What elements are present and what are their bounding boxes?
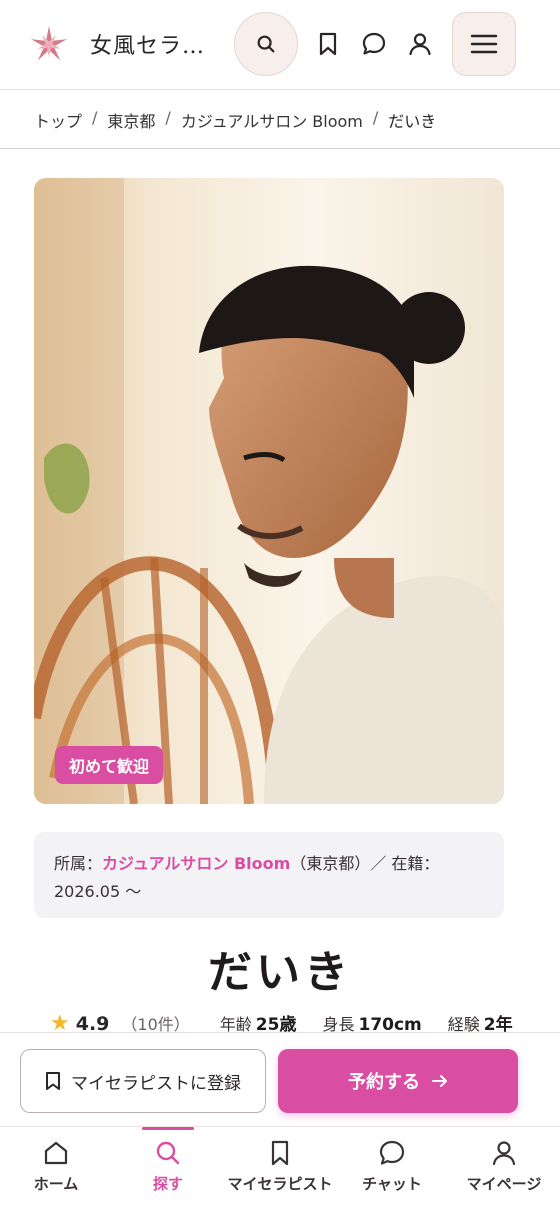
search-icon	[257, 35, 275, 53]
user-icon	[409, 33, 431, 56]
nav-label: マイセラピスト	[227, 1175, 333, 1193]
register-button-label: マイセラピストに登録	[71, 1073, 241, 1094]
nav-label: チャット	[362, 1175, 422, 1193]
action-bar: マイセラピストに登録 予約する	[0, 1032, 560, 1126]
header-search-button[interactable]	[234, 12, 298, 76]
home-icon	[44, 1141, 68, 1165]
first-time-welcome-badge: 初めて歓迎	[55, 746, 164, 784]
affiliation-suffix: （東京都）／ 在籍：	[290, 854, 440, 873]
nav-search[interactable]: 探す	[112, 1127, 224, 1212]
breadcrumb-item-tokyo[interactable]: 東京都	[107, 108, 155, 132]
search-icon	[156, 1141, 180, 1165]
nav-my-page[interactable]: マイページ	[448, 1127, 560, 1212]
therapist-name: だいき	[208, 947, 352, 998]
bookmark-icon	[271, 1140, 289, 1166]
breadcrumb-separator: /	[165, 108, 171, 127]
register-my-therapist-button[interactable]: マイセラピストに登録	[20, 1049, 266, 1113]
book-button-label: 予約する	[348, 1072, 420, 1093]
therapist-photo[interactable]	[34, 178, 504, 804]
affiliation-prefix: 所属：	[54, 854, 103, 873]
breadcrumb-item-top[interactable]: トップ	[34, 108, 82, 132]
breadcrumb-item-salon[interactable]: カジュアルサロン Bloom	[181, 108, 363, 132]
breadcrumb-separator: /	[372, 108, 379, 127]
header-chat-button[interactable]	[358, 28, 390, 60]
user-icon	[492, 1141, 516, 1166]
nav-label: マイページ	[466, 1175, 542, 1193]
bookmark-icon	[319, 32, 337, 56]
salon-link[interactable]: カジュアルサロン Bloom	[102, 854, 290, 873]
header-account-button[interactable]	[404, 28, 436, 60]
nav-label: ホーム	[33, 1175, 79, 1193]
header-menu-button[interactable]	[452, 12, 516, 76]
chat-icon	[379, 1140, 405, 1165]
header-bookmark-button[interactable]	[312, 28, 344, 60]
bottom-nav: ホーム 探す マイセラピスト チャット マイページ	[0, 1126, 560, 1212]
bookmark-icon	[46, 1072, 60, 1090]
logo-icon[interactable]	[28, 24, 70, 66]
breadcrumb-current: だいき	[388, 112, 437, 131]
arrow-right-icon	[432, 1075, 447, 1087]
breadcrumb-separator: /	[92, 108, 98, 127]
site-header: 女風セラ…	[0, 0, 560, 90]
tenure-date: 2026.05 〜	[54, 882, 142, 901]
affiliation-box: 所属：カジュアルサロン Bloom（東京都）／ 在籍： 2026.05 〜	[34, 832, 504, 918]
nav-label: 探す	[152, 1175, 183, 1193]
breadcrumb: トップ / 東京都 / カジュアルサロン Bloom / だいき	[34, 108, 436, 132]
nav-chat[interactable]: チャット	[336, 1127, 448, 1212]
chat-icon	[362, 32, 386, 55]
site-title[interactable]: 女風セラ…	[90, 28, 205, 60]
nav-my-therapist[interactable]: マイセラピスト	[224, 1127, 336, 1212]
breadcrumb-divider	[0, 148, 560, 149]
book-button[interactable]: 予約する	[278, 1049, 518, 1113]
nav-home[interactable]: ホーム	[0, 1127, 112, 1212]
menu-icon	[470, 34, 498, 54]
